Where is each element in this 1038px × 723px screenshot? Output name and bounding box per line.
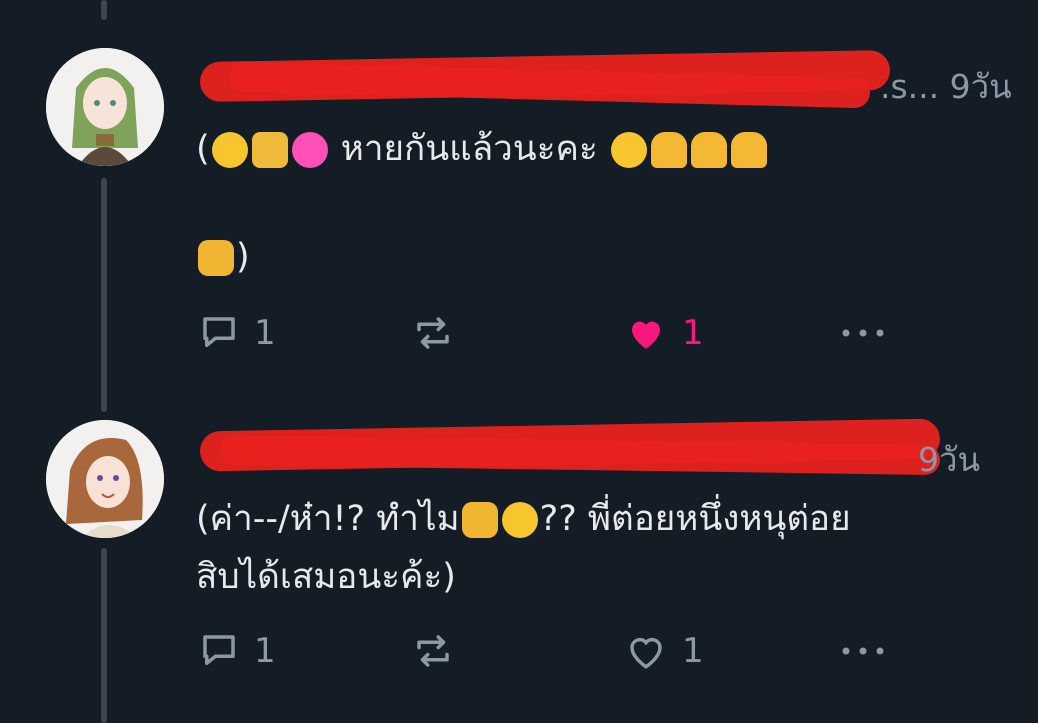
post-text: (ค่า--/ห๋า!? ทำไม?? พี่ต่อยหนึ่งหนุต่อย xyxy=(196,499,851,539)
crossed-fingers-emoji-icon xyxy=(461,502,498,538)
post-text-line1: (ค่า--/ห๋า!? ทำไม xyxy=(196,499,460,539)
heart-hands-emoji-icon xyxy=(730,132,767,168)
pray-emoji-icon xyxy=(251,132,288,168)
like-count: 1 xyxy=(682,631,704,671)
reply-icon xyxy=(203,317,235,347)
reply-icon xyxy=(203,635,235,665)
thread-line-bottom xyxy=(101,548,107,723)
sparkling-heart-emoji-icon xyxy=(291,132,328,168)
heart-hands-emoji-icon xyxy=(690,132,727,168)
post-text: ( หายกันแล้วนะคะ xyxy=(196,118,769,180)
like-count: 1 xyxy=(682,313,704,353)
heart-icon xyxy=(630,637,662,669)
like-button[interactable]: 1 xyxy=(624,630,704,672)
reply-button[interactable]: 1 xyxy=(198,630,276,672)
thread-line-middle xyxy=(101,178,107,412)
thread-line-top xyxy=(101,0,107,20)
grinning-emoji-icon xyxy=(501,502,538,538)
post-text-line2: ) xyxy=(196,226,250,288)
avatar[interactable] xyxy=(46,420,164,538)
like-button[interactable]: 1 xyxy=(624,312,704,354)
reply-count: 1 xyxy=(254,313,276,353)
crying-emoji-icon xyxy=(211,132,248,168)
pleading-emoji-icon xyxy=(610,132,647,168)
reply-count: 1 xyxy=(254,631,276,671)
handle-tail: .s... xyxy=(880,67,940,106)
retweet-button[interactable] xyxy=(412,630,454,672)
post-text-line2: สิบได้เสมอนะค้ะ) xyxy=(196,557,456,597)
retweet-icon xyxy=(417,317,449,349)
post-header-meta: .s... 9วัน xyxy=(880,60,1012,113)
post-time[interactable]: 9วัน xyxy=(918,440,980,479)
post-header-meta: 9วัน xyxy=(918,433,980,486)
retweet-icon xyxy=(417,635,449,667)
post-text-line1: หายกันแล้วนะคะ xyxy=(340,129,598,169)
heart-hands-emoji-icon xyxy=(650,132,687,168)
more-button[interactable] xyxy=(838,312,888,354)
heart-icon xyxy=(632,321,660,349)
more-icon xyxy=(842,647,884,655)
more-icon xyxy=(842,329,884,337)
avatar[interactable] xyxy=(46,48,164,166)
more-button[interactable] xyxy=(838,630,888,672)
retweet-button[interactable] xyxy=(412,312,454,354)
crossed-fingers-emoji-icon xyxy=(198,240,234,276)
post-time[interactable]: 9วัน xyxy=(950,67,1012,106)
reply-button[interactable]: 1 xyxy=(198,312,276,354)
